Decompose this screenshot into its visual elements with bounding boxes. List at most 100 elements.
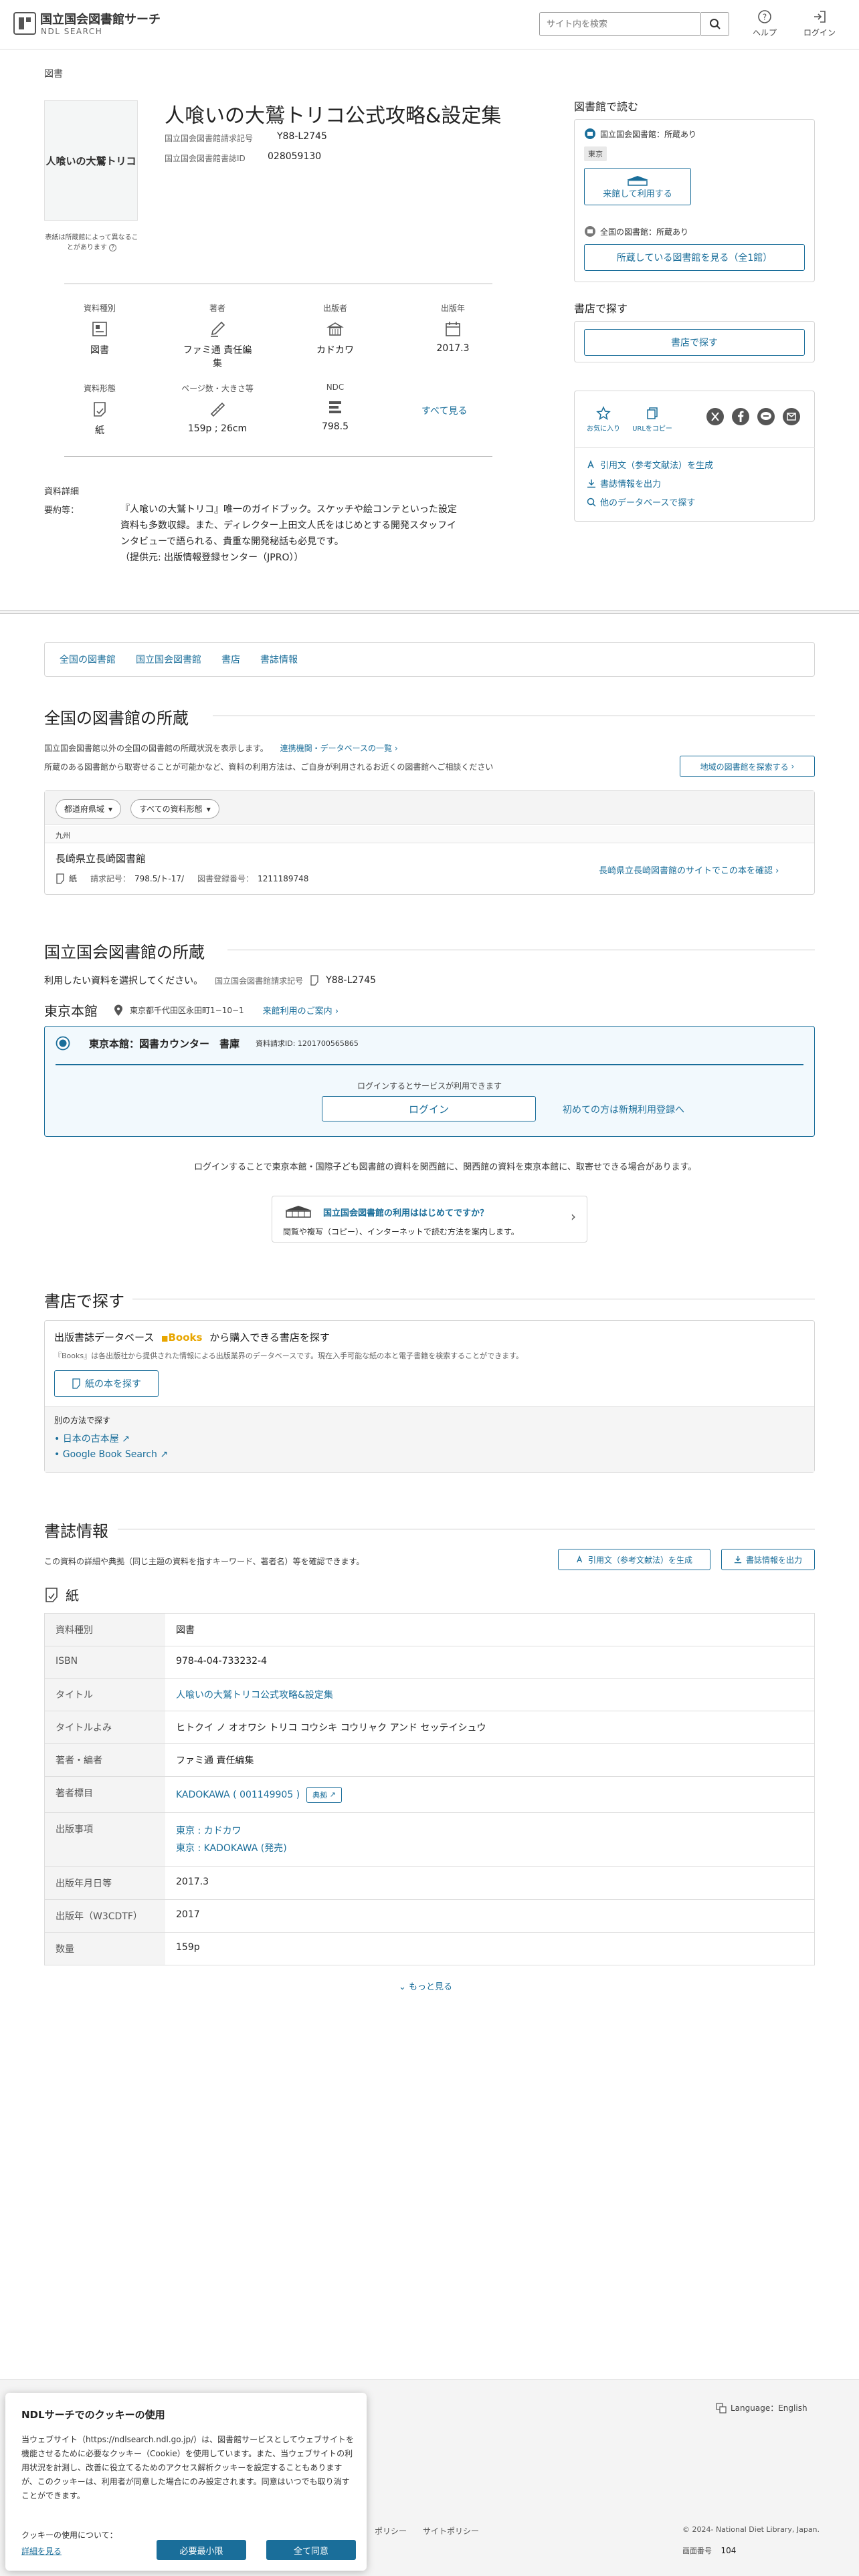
cookie-details-link[interactable]: 詳細を見る xyxy=(21,2545,62,2557)
attr-label: NDC xyxy=(326,383,345,392)
row-label: タイトル xyxy=(45,1679,165,1711)
visit-guide-link[interactable]: 来館利用のご案内 › xyxy=(263,1004,339,1016)
see-all-link[interactable]: すべて見る xyxy=(421,404,467,417)
building-icon xyxy=(326,322,344,336)
store-search-button[interactable]: 書店で探す xyxy=(584,329,805,356)
attr-value: 798.5 xyxy=(321,421,349,432)
info-icon[interactable]: ? xyxy=(109,244,117,251)
alt-link-google[interactable]: • Google Book Search ↗ xyxy=(54,1449,168,1460)
register-link[interactable]: 初めての方は新規利用登録へ xyxy=(563,1103,684,1116)
search-input[interactable] xyxy=(539,12,701,36)
store-note: 『Books』は各出版社から提供された情報による出版業界のデータベースです。現在… xyxy=(54,1352,524,1360)
line-icon[interactable] xyxy=(757,407,775,426)
ndl-select-row: 利用したい資料を選択してください。 国立国会図書館請求記号 Y88-L2745 xyxy=(44,974,376,987)
alt-heading: 別の方法で探す xyxy=(54,1416,111,1425)
footer-links[interactable]: ポリシー サイトポリシー xyxy=(375,2525,479,2537)
store-db-suffix: から購入できる書店を探す xyxy=(209,1331,330,1344)
login-button[interactable]: ログイン xyxy=(796,9,843,38)
external-link-icon: ↗ xyxy=(122,1434,130,1444)
table-row: 著者標目 KADOKAWA ( 001149905 ) 典拠 ↗ xyxy=(45,1777,814,1813)
tab-bookstore[interactable]: 書店 xyxy=(221,653,240,666)
cookie-usage-label: クッキーの使用について： xyxy=(21,2531,118,2540)
visit-guide-label: 来館利用のご案内 xyxy=(262,1006,332,1016)
radio-selected-icon[interactable] xyxy=(56,1036,70,1051)
option-rule xyxy=(56,1064,803,1065)
cover-caption: 表紙は所蔵館によって異なることがあります ? xyxy=(43,233,140,253)
external-link-icon: ↗ xyxy=(160,1449,169,1460)
find-local-library-label: 地域の図書館を探索する xyxy=(700,762,789,772)
table-row: タイトル 人喰いの大鷲トリコ公式攻略&設定集 xyxy=(45,1679,814,1711)
cookie-title: NDLサーチでのクッキーの使用 xyxy=(21,2409,165,2421)
other-db-link[interactable]: 他のデータベースで探す xyxy=(587,496,695,508)
language-switch[interactable]: Language：English xyxy=(716,2402,807,2413)
summary-line: ンタビューで語られる、貴重な開発秘話も必見です。 xyxy=(120,536,344,547)
download-icon xyxy=(734,1555,742,1564)
table-row: 出版年（W3CDTF） 2017 xyxy=(45,1900,814,1933)
mail-icon[interactable] xyxy=(782,407,801,426)
tab-ndl[interactable]: 国立国会図書館 xyxy=(136,653,201,666)
first-time-banner[interactable]: 国立国会図書館の利用ははじめてですか？ 閲覧や複写（コピー）、インターネットで読… xyxy=(272,1196,587,1243)
table-row: 著者・編者 ファミ通 責任編集 xyxy=(45,1744,814,1777)
authority-button[interactable]: 典拠 ↗ xyxy=(306,1786,342,1803)
biblio-heading: 書誌情報 xyxy=(44,1522,108,1541)
ndl-call-value: Y88-L2745 xyxy=(326,975,377,986)
attr-pages: ページ数・大きさ等 159p ; 26cm xyxy=(181,383,254,434)
store-side-panel: 書店で探す xyxy=(574,321,815,362)
library-site-link[interactable]: 長崎県立長崎図書館のサイトでこの本を確認 › xyxy=(599,863,779,876)
attr-label: 出版者 xyxy=(322,304,347,313)
chevron-right-icon: › xyxy=(571,1208,576,1224)
facebook-icon[interactable] xyxy=(731,407,750,426)
ndl-logo-icon[interactable] xyxy=(13,12,36,35)
screen-number: 画面番号 104 xyxy=(682,2545,736,2556)
help-button[interactable]: ? ヘルプ xyxy=(741,9,788,38)
row-label: 著者・編者 xyxy=(45,1744,165,1776)
author-heading-link[interactable]: KADOKAWA ( 001149905 ) xyxy=(176,1790,300,1800)
cookie-accept-button[interactable]: 全て同意 xyxy=(266,2540,356,2560)
branch-row: 東京本館 東京都千代田区永田町1−10−1 来館利用のご案内 › xyxy=(44,1000,339,1020)
tab-biblio[interactable]: 書誌情報 xyxy=(260,653,298,666)
title-link[interactable]: 人喰いの大鷲トリコ公式攻略&設定集 xyxy=(176,1690,333,1701)
paper-book-button[interactable]: 紙の本を探す xyxy=(54,1370,159,1397)
ndl-option-radio[interactable]: 東京本館：図書カウンター 書庫 資料請求ID: 1201700565865 xyxy=(56,1036,359,1051)
cite-link-label: 引用文（参考文献法）を生成 xyxy=(600,461,714,471)
all-libraries-button[interactable]: 所蔵している図書館を見る（全1館） xyxy=(584,244,805,271)
tab-national-libraries[interactable]: 全国の図書館 xyxy=(60,653,116,666)
search-button[interactable] xyxy=(701,12,729,36)
linked-db-list-link[interactable]: 連携機関・データベースの一覧 xyxy=(280,744,392,753)
biblio-cite-label: 引用文（参考文献法）を生成 xyxy=(587,1555,692,1565)
row-label: 著者標目 xyxy=(45,1777,165,1812)
ndc-icon xyxy=(329,401,341,413)
publisher-link[interactable]: 東京 : カドカワ xyxy=(176,1822,803,1840)
site-title[interactable]: 国立国会図書館サーチ xyxy=(40,10,161,27)
visit-button[interactable]: 来館して利用する xyxy=(584,168,691,205)
export-link[interactable]: 書誌情報を出力 xyxy=(587,477,661,490)
prefecture-filter[interactable]: 都道府県域 ▾ xyxy=(56,799,122,819)
favorite-button[interactable]: お気に入り xyxy=(587,406,620,433)
show-more-link[interactable]: ⌄ もっと見る xyxy=(399,1979,452,1992)
find-local-library-button[interactable]: 地域の図書館を探索する › xyxy=(680,756,815,777)
banner-title: 国立国会図書館の利用ははじめてですか？ xyxy=(323,1208,489,1218)
attr-value: 紙 xyxy=(95,425,104,436)
format-filter[interactable]: すべての資料形態 ▾ xyxy=(130,799,219,819)
table-row: 出版事項 東京 : カドカワ 東京 : KADOKAWA (発売) xyxy=(45,1813,814,1867)
biblio-export-button[interactable]: 書誌情報を出力 xyxy=(721,1549,815,1570)
distributor-link[interactable]: 東京 : KADOKAWA (発売) xyxy=(176,1840,803,1857)
row-label: 数量 xyxy=(45,1933,165,1965)
row-value: 978-4-04-733232-4 xyxy=(176,1656,268,1667)
biblio-table: 資料種別 図書 ISBN 978-4-04-733232-4 タイトル 人喰いの大鷲ト… xyxy=(44,1613,815,1965)
login-action-button[interactable]: ログイン xyxy=(322,1096,536,1121)
help-label: ヘルプ xyxy=(752,28,777,37)
alt-link-kosho[interactable]: • 日本の古本屋 ↗ xyxy=(54,1432,130,1445)
ndl-heading: 国立国会図書館の所蔵 xyxy=(44,943,205,962)
cite-link[interactable]: 引用文（参考文献法）を生成 xyxy=(587,458,713,471)
biblio-cite-button[interactable]: 引用文（参考文献法）を生成 xyxy=(558,1549,710,1570)
x-twitter-icon[interactable] xyxy=(706,407,725,426)
attr-label: 資料形態 xyxy=(83,384,116,393)
row-value: ヒトクイ ノ オオワシ トリコ コウシキ コウリャク アンド セッテイシュウ xyxy=(176,1723,486,1733)
cookie-necessary-button[interactable]: 必要最小限 xyxy=(157,2540,246,2560)
location-pin-icon xyxy=(114,1004,122,1016)
copy-url-button[interactable]: URLをコピー xyxy=(632,406,672,433)
tokyo-tag: 東京 xyxy=(584,146,607,161)
region-row: 九州 xyxy=(45,826,814,843)
table-row: 出版年月日等 2017.3 xyxy=(45,1867,814,1900)
